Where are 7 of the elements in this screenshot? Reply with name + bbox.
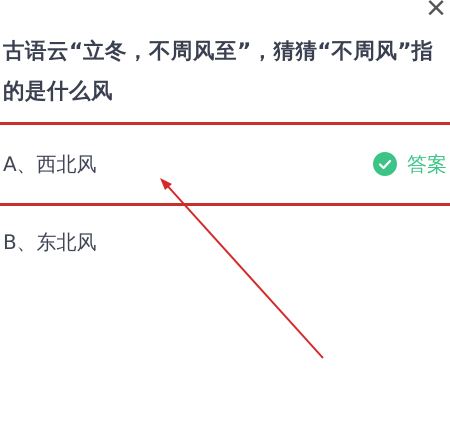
answer-label: 答案 (407, 150, 447, 178)
question-text: 古语云“立冬，不周风至”，猜猜“不周风”指的是什么风 (2, 38, 435, 106)
close-button[interactable]: × (422, 0, 450, 25)
check-icon (373, 152, 397, 176)
option-label: B、东北风 (3, 228, 97, 256)
option-label: A、西北风 (3, 150, 97, 178)
highlighted-option-row[interactable]: A、西北风 答案 (0, 122, 450, 206)
